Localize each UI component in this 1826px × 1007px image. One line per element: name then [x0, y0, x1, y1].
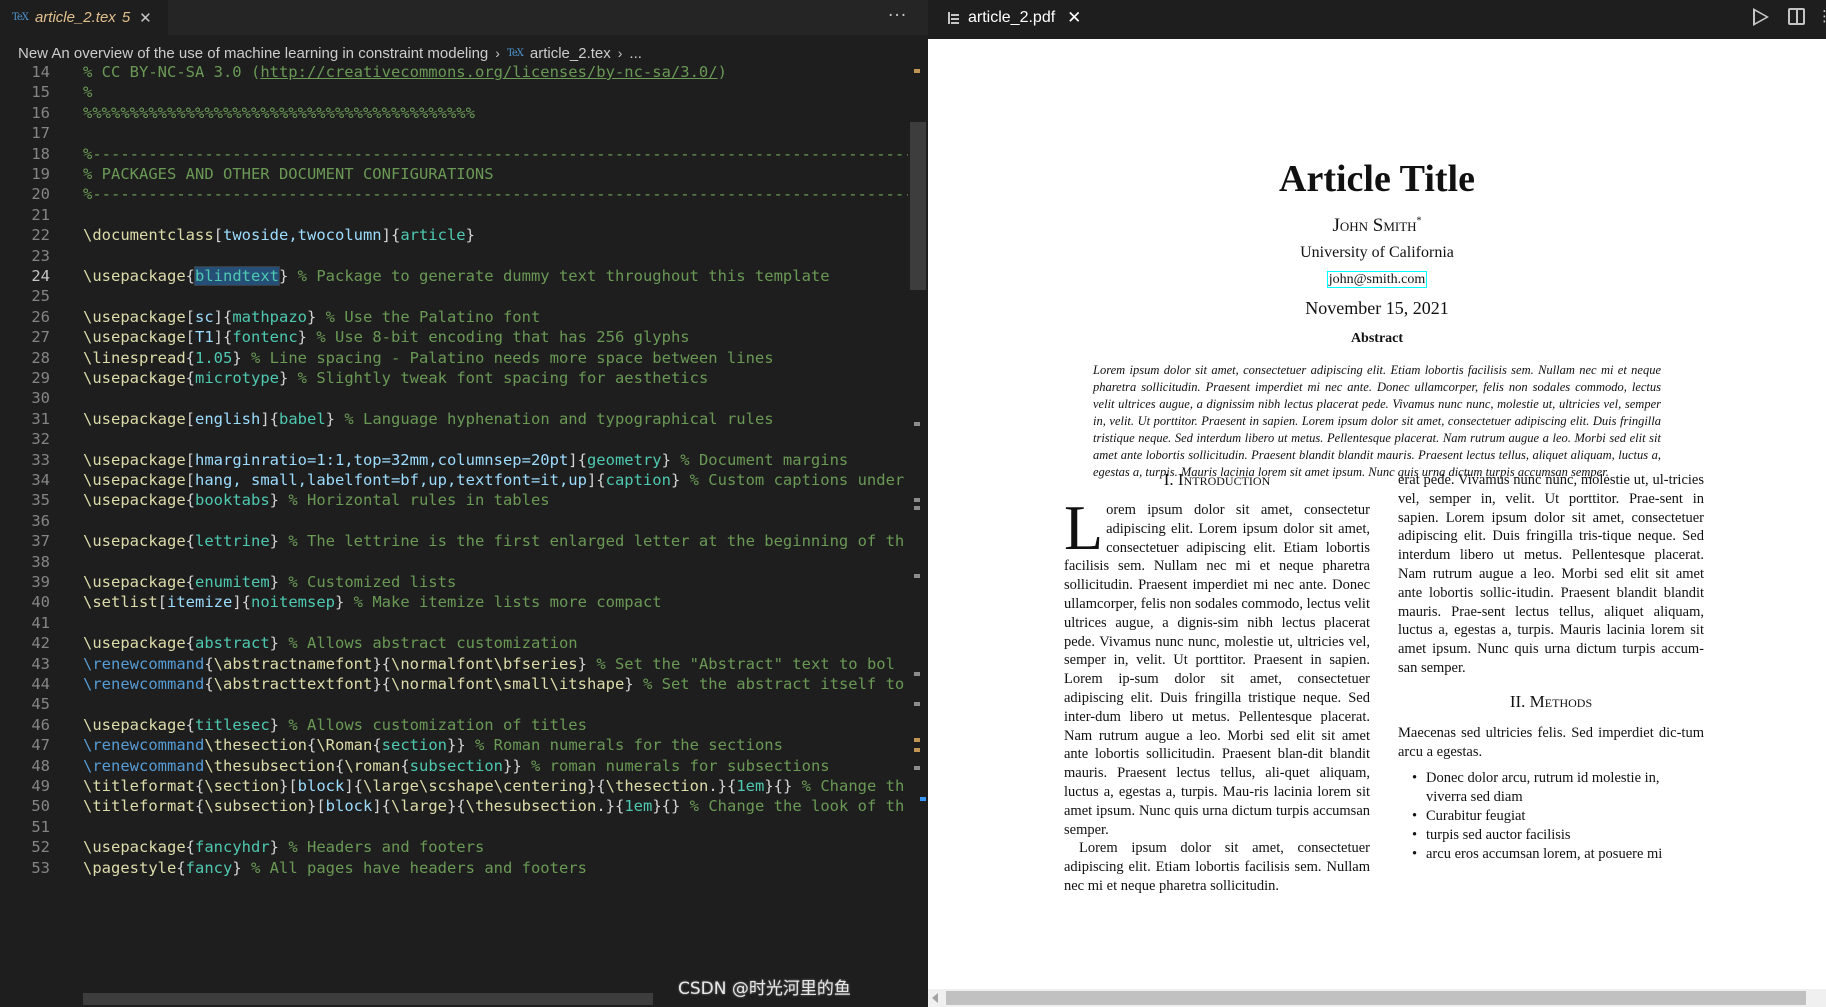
pdf-bullet-item: • Curabitur feugiat — [1412, 808, 1526, 824]
close-icon[interactable]: ✕ — [1067, 8, 1081, 28]
breadcrumb-tail[interactable]: ... — [629, 45, 642, 62]
tex-file-icon: TeX — [506, 47, 524, 59]
overview-ruler-mark — [914, 506, 920, 510]
scroll-left-icon[interactable] — [932, 993, 938, 1003]
line-number: 53 — [31, 858, 50, 877]
pdf-affiliation: University of California — [1300, 244, 1454, 261]
editor-pane: TeX article_2.tex 5 ✕ ··· New An overvie… — [0, 0, 928, 1007]
tab-article-tex[interactable]: TeX article_2.tex 5 ✕ — [0, 0, 168, 35]
pdf-methods-paragraph: Maecenas sed ultricies felis. Sed imperd… — [1398, 725, 1704, 760]
editor-tab-bar: TeX article_2.tex 5 ✕ ··· — [0, 0, 928, 35]
tab-problem-count: 5 — [121, 9, 131, 26]
pdf-email-link[interactable]: john@smith.com — [1326, 271, 1428, 288]
preview-file-icon — [948, 11, 959, 24]
chevron-right-icon: › — [617, 45, 623, 61]
run-icon[interactable] — [1753, 8, 1769, 26]
overview-ruler-mark — [920, 797, 926, 801]
more-actions-icon[interactable]: ··· — [888, 6, 907, 26]
split-editor-icon[interactable] — [1788, 8, 1805, 25]
close-icon[interactable]: ✕ — [139, 9, 152, 27]
tex-file-icon: TeX — [12, 12, 29, 23]
pdf-author: John Smith* — [928, 215, 1826, 237]
overview-ruler-mark — [914, 702, 920, 706]
pdf-right-column-paragraph: erat pede. Vivamus nunc nunc, molestie u… — [1398, 472, 1704, 676]
pdf-bullet-item: • Donec dolor arcu, rutrum id molestie i… — [1412, 770, 1660, 805]
more-actions-icon[interactable]: ⋮ — [1817, 7, 1826, 25]
overview-ruler-mark — [914, 422, 920, 426]
breadcrumb-folder[interactable]: New An overview of the use of machine le… — [18, 45, 488, 62]
pdf-bullet-item: • arcu eros accumsan lorem, at posuere m… — [1412, 846, 1663, 862]
tab-article-pdf[interactable]: article_2.pdf ✕ — [928, 0, 1106, 35]
watermark: CSDN @时光河里的鱼 — [678, 979, 851, 999]
overview-ruler-mark — [914, 69, 920, 73]
pdf-page[interactable]: Article Title John Smith* University of … — [928, 39, 1826, 989]
pdf-viewer-pane: article_2.pdf ✕ ⋮ Article Title John Smi… — [928, 0, 1826, 1007]
bullet-glyph: • — [1412, 827, 1418, 843]
pdf-abstract-text: Lorem ipsum dolor sit amet, consectetuer… — [1093, 363, 1661, 479]
pdf-section-methods: II. Methods — [1509, 692, 1593, 711]
pdf-horizontal-scrollbar[interactable] — [928, 989, 1826, 1007]
tab-title: article_2.tex — [34, 9, 116, 26]
pdf-title: Article Title — [1279, 158, 1475, 200]
chevron-right-icon: › — [495, 45, 500, 61]
overview-ruler-mark — [914, 748, 920, 752]
overview-ruler-mark — [914, 574, 920, 578]
pdf-left-column: Lorem ipsum dolor sit amet, consectetur … — [1064, 492, 1370, 896]
editor-horizontal-scrollbar[interactable] — [83, 993, 653, 1005]
pdf-bullet-item: • turpis sed auctor facilisis — [1412, 827, 1571, 843]
overview-ruler-mark — [914, 738, 920, 742]
viewer-tab-bar: article_2.pdf ✕ ⋮ — [928, 0, 1826, 39]
bullet-glyph: • — [1412, 808, 1418, 824]
pdf-date: November 15, 2021 — [1305, 298, 1449, 318]
pdf-scrollbar-thumb[interactable] — [946, 991, 1806, 1005]
pdf-intro-paragraph: orem ipsum dolor sit amet, consectetur a… — [1064, 502, 1370, 838]
overview-ruler-mark — [914, 672, 920, 676]
pdf-author-name: John Smith — [1332, 215, 1417, 236]
code-line[interactable]: 53 \pagestyle{fancy} % All pages have hea… — [0, 857, 928, 881]
pdf-dropcap: L — [1064, 492, 1104, 563]
bullet-glyph: • — [1412, 770, 1418, 786]
overview-ruler-mark — [914, 766, 920, 770]
pdf-abstract-heading: Abstract — [1350, 331, 1404, 346]
bullet-glyph: • — [1412, 846, 1418, 862]
tab-title: article_2.pdf — [968, 8, 1056, 26]
pdf-intro-paragraph-2: Lorem ipsum dolor sit amet, consectetuer… — [1064, 840, 1370, 894]
code-editor[interactable]: 14% CC BY-NC-SA 3.0 (http://creativecomm… — [0, 61, 928, 1007]
pdf-section-introduction: I. Introduction — [1163, 470, 1271, 489]
editor-scrollbar-thumb[interactable] — [910, 122, 926, 290]
line-source: \pagestyle{fancy} % All pages have heade… — [83, 858, 587, 877]
overview-ruler-mark — [914, 498, 920, 502]
pdf-author-footnote-mark: * — [1416, 215, 1422, 227]
pdf-email-wrap: john@smith.com — [928, 268, 1826, 288]
breadcrumb-file[interactable]: article_2.tex — [530, 45, 611, 62]
